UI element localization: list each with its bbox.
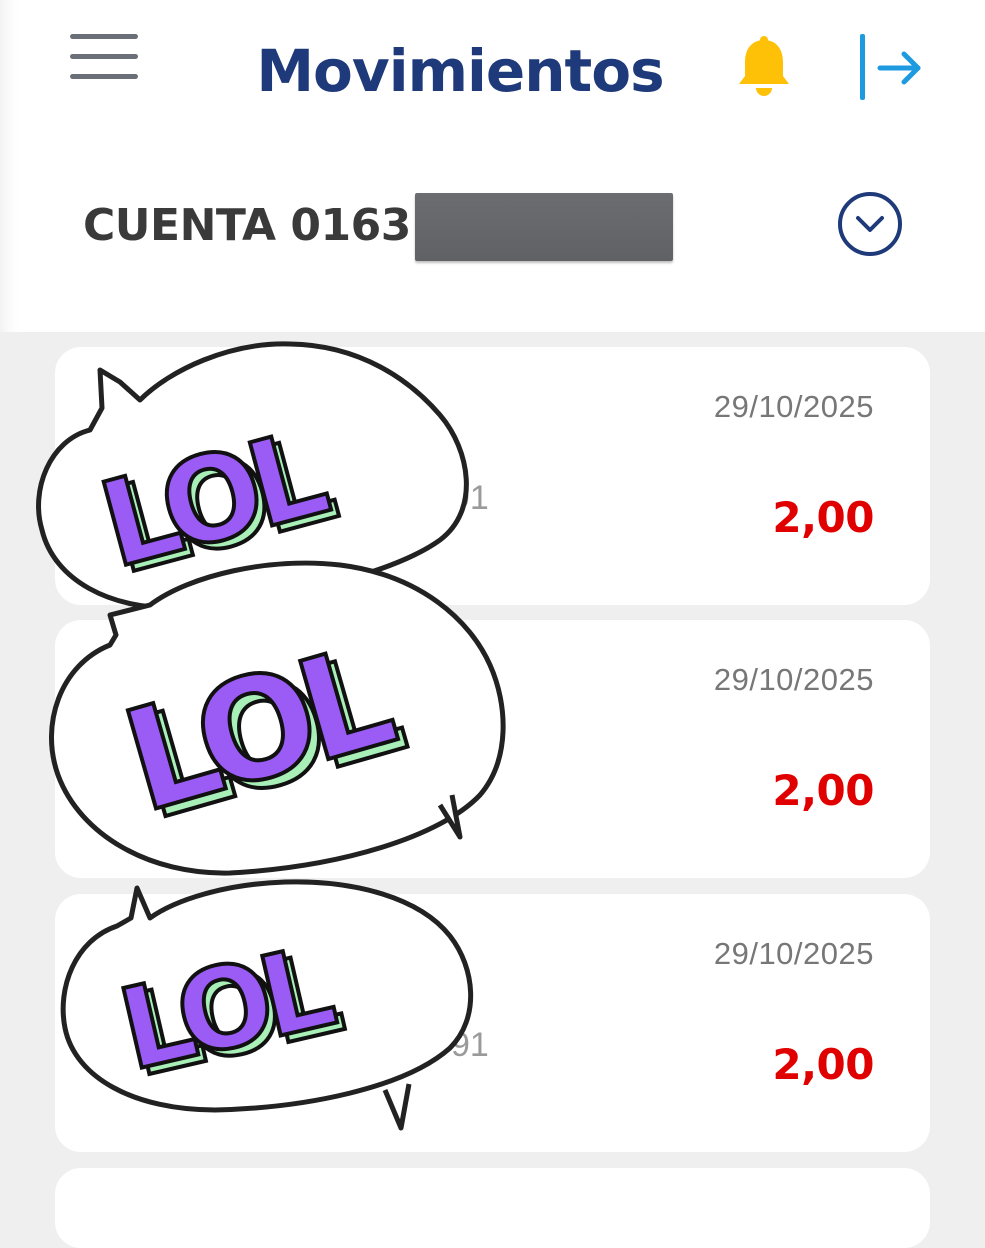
transaction-date: 29/10/2025 [713, 936, 874, 971]
lol-sticker: LOL LOL [60, 879, 474, 1131]
chevron-down-circle-icon[interactable] [836, 190, 904, 258]
transaction-amount: 2,00 [772, 1040, 874, 1089]
transaction-amount: 2,00 [772, 766, 874, 815]
logout-arrow-icon[interactable] [858, 32, 924, 104]
transaction-card-partial[interactable] [55, 1168, 930, 1248]
hamburger-menu-icon[interactable] [70, 34, 140, 94]
page-title: Movimientos [256, 37, 664, 105]
bell-icon[interactable] [736, 36, 792, 100]
account-label: CUENTA 0163 [83, 200, 411, 251]
masked-account-number [415, 193, 673, 261]
lol-sticker: LOL LOL [49, 560, 506, 876]
app-header: Movimientos CUENTA 0163 [0, 0, 985, 332]
transaction-amount: 2,00 [772, 493, 874, 542]
transaction-date: 29/10/2025 [713, 389, 874, 424]
transaction-date: 29/10/2025 [713, 662, 874, 697]
